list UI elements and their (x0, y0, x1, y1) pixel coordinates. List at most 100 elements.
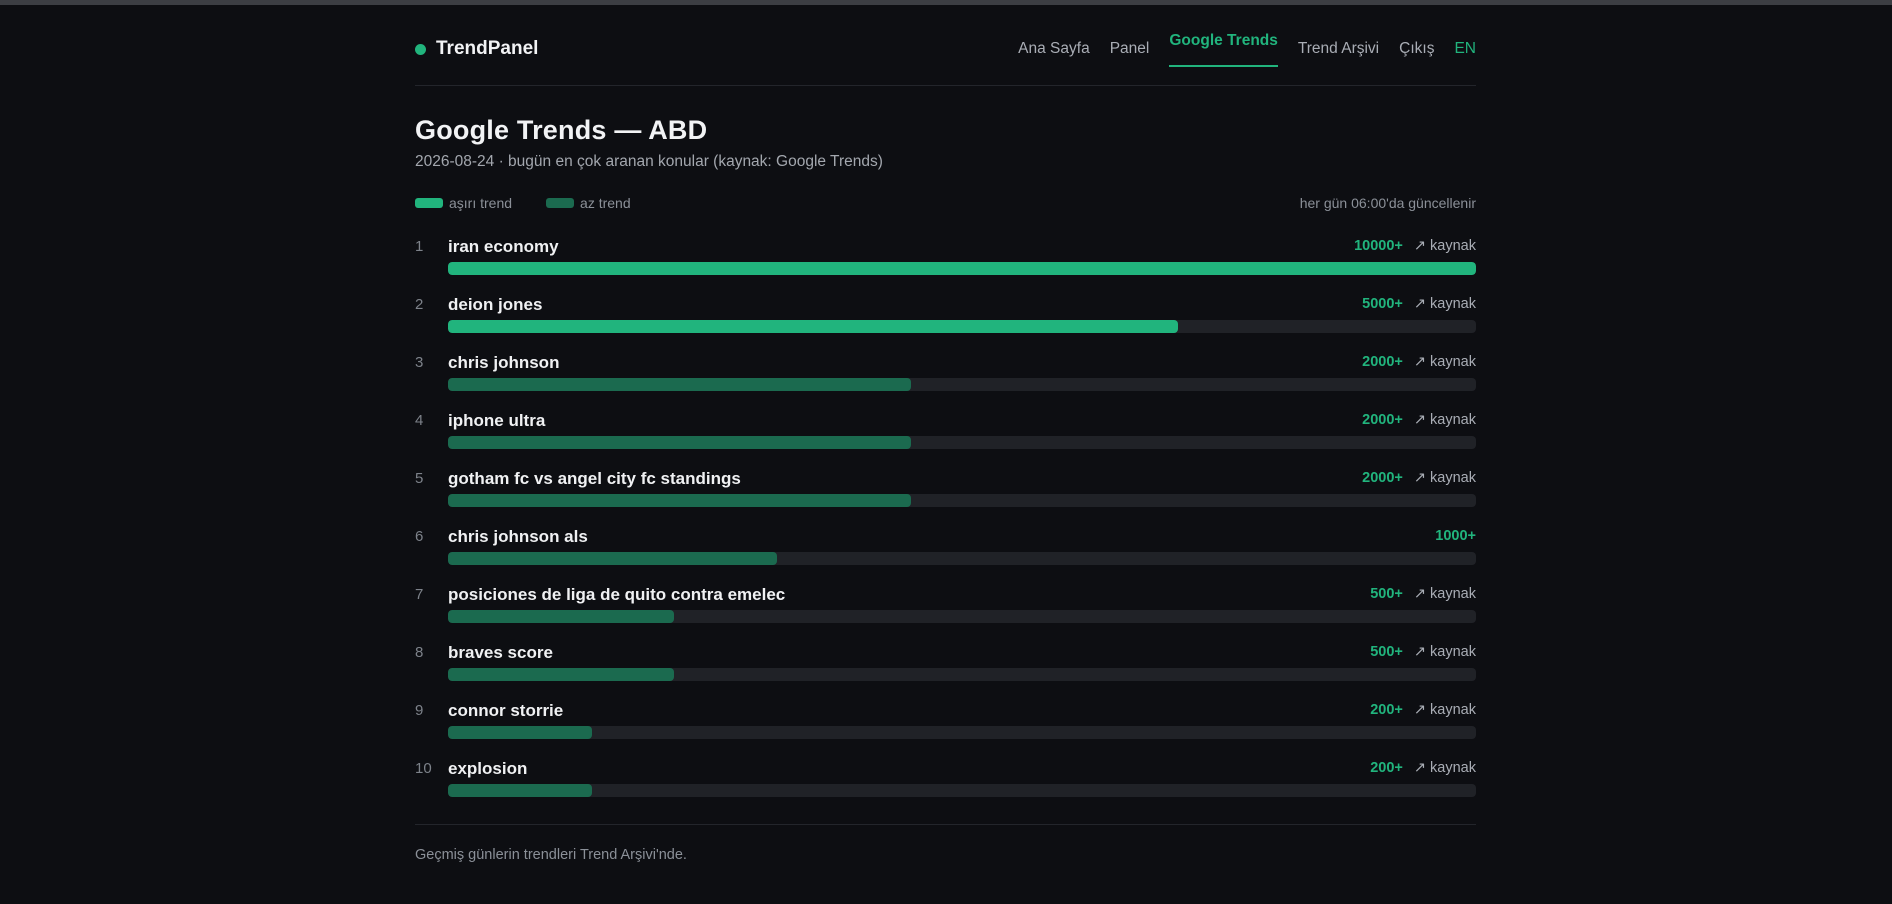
trend-meta: 10000+ ↗ kaynak (1354, 238, 1476, 254)
trend-bar-fill (448, 494, 911, 507)
trend-meta: 2000+ ↗ kaynak (1362, 412, 1476, 428)
trend-volume: 500+ (1370, 586, 1403, 602)
trend-row: 7 posiciones de liga de quito contra eme… (415, 585, 1476, 643)
trend-volume: 2000+ (1362, 470, 1403, 486)
nav-item-logout[interactable]: Çıkış (1399, 5, 1434, 85)
trend-volume: 500+ (1370, 644, 1403, 660)
language-toggle[interactable]: EN (1454, 5, 1476, 85)
trend-row: 5 gotham fc vs angel city fc standings 2… (415, 469, 1476, 527)
trend-bar-track (448, 668, 1476, 681)
brand-name: TrendPanel (436, 38, 539, 59)
nav-item-trend-archive[interactable]: Trend Arşivi (1298, 5, 1379, 85)
trend-volume: 2000+ (1362, 412, 1403, 428)
trend-volume: 1000+ (1435, 528, 1476, 544)
page-container: TrendPanel Ana Sayfa Panel Google Trends… (415, 5, 1476, 863)
trend-volume: 10000+ (1354, 238, 1403, 254)
trend-bar-fill (448, 378, 911, 391)
source-link[interactable]: ↗ kaynak (1414, 354, 1476, 370)
trend-row: 4 iphone ultra 2000+ ↗ kaynak (415, 411, 1476, 469)
legend: aşırı trend az trend (415, 195, 665, 211)
trend-bar-track (448, 784, 1476, 797)
trend-meta: 200+ ↗ kaynak (1370, 760, 1476, 776)
trend-term: connor storrie (448, 701, 564, 720)
source-link[interactable]: ↗ kaynak (1414, 586, 1476, 602)
brand[interactable]: TrendPanel (415, 38, 538, 60)
source-link[interactable]: ↗ kaynak (1414, 238, 1476, 254)
trend-row: 6 chris johnson als 1000+ (415, 527, 1476, 585)
trend-bar-track (448, 726, 1476, 739)
trend-bar-track (448, 552, 1476, 565)
source-link[interactable]: ↗ kaynak (1414, 644, 1476, 660)
brand-dot-icon (415, 43, 426, 55)
trend-volume: 200+ (1370, 702, 1403, 718)
legend-label-low: az trend (580, 195, 631, 211)
trend-volume: 200+ (1370, 760, 1403, 776)
trend-term: iran economy (448, 237, 559, 256)
trend-row: 2 deion jones 5000+ ↗ kaynak (415, 295, 1476, 353)
trend-bar-track (448, 378, 1476, 391)
trend-bar-fill (448, 784, 592, 797)
trend-volume: 5000+ (1362, 296, 1403, 312)
legend-item-low: az trend (546, 195, 631, 211)
legend-swatch-low (546, 198, 575, 208)
trend-term: explosion (448, 759, 528, 778)
trend-bar-track (448, 320, 1476, 333)
trend-bar-fill (448, 436, 911, 449)
source-link[interactable]: ↗ kaynak (1414, 702, 1476, 718)
source-link[interactable]: ↗ kaynak (1414, 412, 1476, 428)
trend-bar-track (448, 262, 1476, 275)
trend-bar-track (448, 436, 1476, 449)
trend-bar-track (448, 494, 1476, 507)
trend-term: braves score (448, 643, 553, 662)
trend-meta: 5000+ ↗ kaynak (1362, 296, 1476, 312)
trend-meta: 500+ ↗ kaynak (1370, 644, 1476, 660)
trend-list: 1 iran economy 10000+ ↗ kaynak 2 deion j… (415, 237, 1476, 817)
trend-rank: 10 (415, 760, 432, 777)
trend-term: chris johnson als (448, 527, 588, 546)
source-link[interactable]: ↗ kaynak (1414, 296, 1476, 312)
trend-bar-fill (448, 726, 592, 739)
legend-label-high: aşırı trend (449, 195, 513, 211)
site-header: TrendPanel Ana Sayfa Panel Google Trends… (415, 5, 1476, 86)
nav-item-panel[interactable]: Panel (1110, 5, 1150, 85)
trend-bar-fill (448, 668, 675, 681)
trend-row: 9 connor storrie 200+ ↗ kaynak (415, 701, 1476, 759)
trend-term: iphone ultra (448, 411, 546, 430)
trend-rank: 8 (415, 644, 424, 661)
trend-row: 1 iran economy 10000+ ↗ kaynak (415, 237, 1476, 295)
trend-rank: 9 (415, 702, 424, 719)
trend-row: 10 explosion 200+ ↗ kaynak (415, 759, 1476, 817)
trend-term: deion jones (448, 295, 543, 314)
source-link[interactable]: ↗ kaynak (1414, 760, 1476, 776)
page-title: Google Trends — ABD (415, 115, 708, 145)
trend-meta: 1000+ (1435, 528, 1476, 544)
trend-row: 8 braves score 500+ ↗ kaynak (415, 643, 1476, 701)
trend-rank: 1 (415, 238, 424, 255)
trend-volume: 2000+ (1362, 354, 1403, 370)
trend-meta: 200+ ↗ kaynak (1370, 702, 1476, 718)
footer-divider (415, 824, 1476, 825)
trend-rank: 4 (415, 412, 424, 429)
trend-bar-fill (448, 610, 675, 623)
legend-swatch-high (415, 198, 443, 208)
trend-bar-fill (448, 320, 1178, 333)
update-note: her gün 06:00'da güncellenir (1299, 195, 1476, 211)
trend-rank: 6 (415, 528, 424, 545)
main-nav: Ana Sayfa Panel Google Trends Trend Arşi… (998, 5, 1476, 85)
footer-note[interactable]: Geçmiş günlerin trendleri Trend Arşivi'n… (415, 847, 687, 863)
page-subtitle: 2026-08-24 · bugün en çok aranan konular… (415, 153, 883, 170)
trend-rank: 7 (415, 586, 424, 603)
trend-row: 3 chris johnson 2000+ ↗ kaynak (415, 353, 1476, 411)
source-link[interactable]: ↗ kaynak (1414, 470, 1476, 486)
nav-item-google-trends[interactable]: Google Trends (1169, 5, 1278, 77)
trend-rank: 2 (415, 296, 424, 313)
trend-meta: 2000+ ↗ kaynak (1362, 354, 1476, 370)
trend-bar-fill (448, 552, 777, 565)
trend-meta: 2000+ ↗ kaynak (1362, 470, 1476, 486)
legend-item-high: aşırı trend (415, 195, 512, 211)
trend-term: posiciones de liga de quito contra emele… (448, 585, 786, 604)
trend-meta: 500+ ↗ kaynak (1370, 586, 1476, 602)
trend-bar-fill (448, 262, 1476, 275)
trend-bar-track (448, 610, 1476, 623)
nav-item-home[interactable]: Ana Sayfa (1018, 5, 1090, 85)
